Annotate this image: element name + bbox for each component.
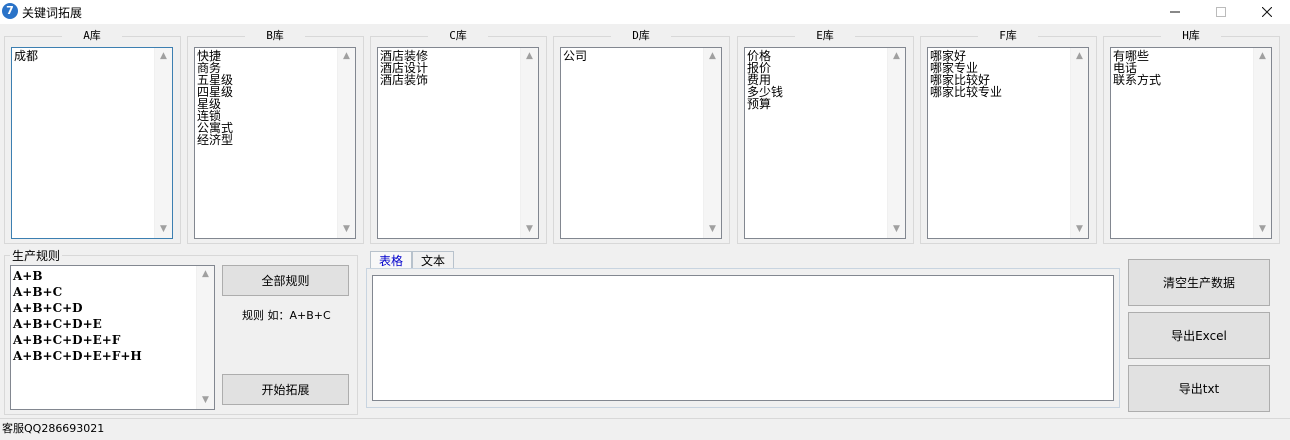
list-item[interactable]: 联系方式 bbox=[1113, 74, 1253, 86]
library-label: C库 bbox=[428, 27, 488, 43]
library-scrollbar[interactable]: ▲ ▼ bbox=[1253, 48, 1271, 238]
close-icon bbox=[1262, 7, 1272, 17]
status-bar: 客服QQ286693021 bbox=[0, 418, 1290, 440]
window-title: 关键词拓展 bbox=[22, 6, 83, 20]
maximize-button[interactable] bbox=[1198, 0, 1244, 24]
scroll-up-icon[interactable]: ▲ bbox=[197, 266, 214, 283]
output-area[interactable] bbox=[372, 275, 1114, 401]
scroll-down-icon[interactable]: ▼ bbox=[1254, 221, 1271, 238]
rule-item[interactable]: A+B+C+D+E+F bbox=[13, 332, 142, 348]
library-scrollbar[interactable]: ▲ ▼ bbox=[703, 48, 721, 238]
rules-hint: 规则 如：A+B+C bbox=[242, 309, 331, 322]
list-item[interactable]: 成都 bbox=[14, 50, 154, 62]
scroll-down-icon[interactable]: ▼ bbox=[155, 221, 172, 238]
scroll-up-icon[interactable]: ▲ bbox=[888, 48, 905, 65]
scroll-down-icon[interactable]: ▼ bbox=[704, 221, 721, 238]
scroll-up-icon[interactable]: ▲ bbox=[155, 48, 172, 65]
library-group-2: 酒店装修 酒店设计 酒店装饰 ▲ ▼ bbox=[370, 36, 547, 244]
scroll-up-icon[interactable]: ▲ bbox=[521, 48, 538, 65]
library-label: D库 bbox=[611, 27, 671, 43]
app-icon: 7 bbox=[2, 3, 18, 19]
library-list-1[interactable]: 快捷 商务 五星级 四星级 星级 连锁 公寓式 经济型 ▲ ▼ bbox=[194, 47, 356, 239]
rule-item[interactable]: A+B+C+D+E bbox=[13, 316, 142, 332]
scroll-up-icon[interactable]: ▲ bbox=[704, 48, 721, 65]
scroll-down-icon[interactable]: ▼ bbox=[338, 221, 355, 238]
library-list-3[interactable]: 公司 ▲ ▼ bbox=[560, 47, 722, 239]
scroll-up-icon[interactable]: ▲ bbox=[338, 48, 355, 65]
library-scrollbar[interactable]: ▲ ▼ bbox=[1070, 48, 1088, 238]
scroll-down-icon[interactable]: ▼ bbox=[197, 392, 214, 409]
library-group-0: 成都 ▲ ▼ bbox=[4, 36, 181, 244]
list-item[interactable]: 经济型 bbox=[197, 134, 337, 146]
list-item[interactable]: 酒店装饰 bbox=[380, 74, 520, 86]
all-rules-button[interactable]: 全部规则 bbox=[222, 265, 349, 296]
rules-scrollbar[interactable]: ▲ ▼ bbox=[196, 266, 214, 409]
library-group-6: 有哪些 电话 联系方式 ▲ ▼ bbox=[1103, 36, 1280, 244]
scroll-down-icon[interactable]: ▼ bbox=[1071, 221, 1088, 238]
library-scrollbar[interactable]: ▲ ▼ bbox=[520, 48, 538, 238]
library-scrollbar[interactable]: ▲ ▼ bbox=[154, 48, 172, 238]
scroll-down-icon[interactable]: ▼ bbox=[888, 221, 905, 238]
scroll-up-icon[interactable]: ▲ bbox=[1071, 48, 1088, 65]
list-item[interactable]: 预算 bbox=[747, 98, 887, 110]
library-group-3: 公司 ▲ ▼ bbox=[553, 36, 730, 244]
library-group-1: 快捷 商务 五星级 四星级 星级 连锁 公寓式 经济型 ▲ ▼ bbox=[187, 36, 364, 244]
list-item[interactable]: 公司 bbox=[563, 50, 703, 62]
minimize-button[interactable] bbox=[1152, 0, 1198, 24]
rule-item[interactable]: A+B+C+D bbox=[13, 300, 142, 316]
maximize-icon bbox=[1216, 7, 1226, 17]
scroll-down-icon[interactable]: ▼ bbox=[521, 221, 538, 238]
close-button[interactable] bbox=[1244, 0, 1290, 24]
minimize-icon bbox=[1170, 11, 1180, 13]
library-group-4: 价格 报价 费用 多少钱 预算 ▲ ▼ bbox=[737, 36, 914, 244]
title-bar: 7 关键词拓展 bbox=[0, 0, 1290, 24]
library-label: B库 bbox=[245, 27, 305, 43]
library-list-4[interactable]: 价格 报价 费用 多少钱 预算 ▲ ▼ bbox=[744, 47, 906, 239]
library-list-0[interactable]: 成都 ▲ ▼ bbox=[11, 47, 173, 239]
library-scrollbar[interactable]: ▲ ▼ bbox=[887, 48, 905, 238]
library-list-2[interactable]: 酒店装修 酒店设计 酒店装饰 ▲ ▼ bbox=[377, 47, 539, 239]
export-excel-button[interactable]: 导出Excel bbox=[1128, 312, 1270, 359]
export-txt-button[interactable]: 导出txt bbox=[1128, 365, 1270, 412]
rule-item[interactable]: A+B bbox=[13, 268, 142, 284]
library-group-5: 哪家好 哪家专业 哪家比较好 哪家比较专业 ▲ ▼ bbox=[920, 36, 1097, 244]
rules-group-label: 生产规则 bbox=[10, 247, 63, 264]
library-list-6[interactable]: 有哪些 电话 联系方式 ▲ ▼ bbox=[1110, 47, 1272, 239]
scroll-up-icon[interactable]: ▲ bbox=[1254, 48, 1271, 65]
list-item[interactable]: 哪家比较专业 bbox=[930, 86, 1070, 98]
rule-item[interactable]: A+B+C bbox=[13, 284, 142, 300]
library-list-5[interactable]: 哪家好 哪家专业 哪家比较好 哪家比较专业 ▲ ▼ bbox=[927, 47, 1089, 239]
library-label: E库 bbox=[795, 27, 855, 43]
rule-item[interactable]: A+B+C+D+E+F+H bbox=[13, 348, 142, 364]
clear-data-button[interactable]: 清空生产数据 bbox=[1128, 259, 1270, 306]
library-label: A库 bbox=[62, 27, 122, 43]
library-scrollbar[interactable]: ▲ ▼ bbox=[337, 48, 355, 238]
start-expand-button[interactable]: 开始拓展 bbox=[222, 374, 349, 405]
library-label: F库 bbox=[978, 27, 1038, 43]
rules-list[interactable]: A+B A+B+C A+B+C+D A+B+C+D+E A+B+C+D+E+F A+B+C… bbox=[10, 265, 215, 410]
library-label: H库 bbox=[1161, 27, 1221, 43]
